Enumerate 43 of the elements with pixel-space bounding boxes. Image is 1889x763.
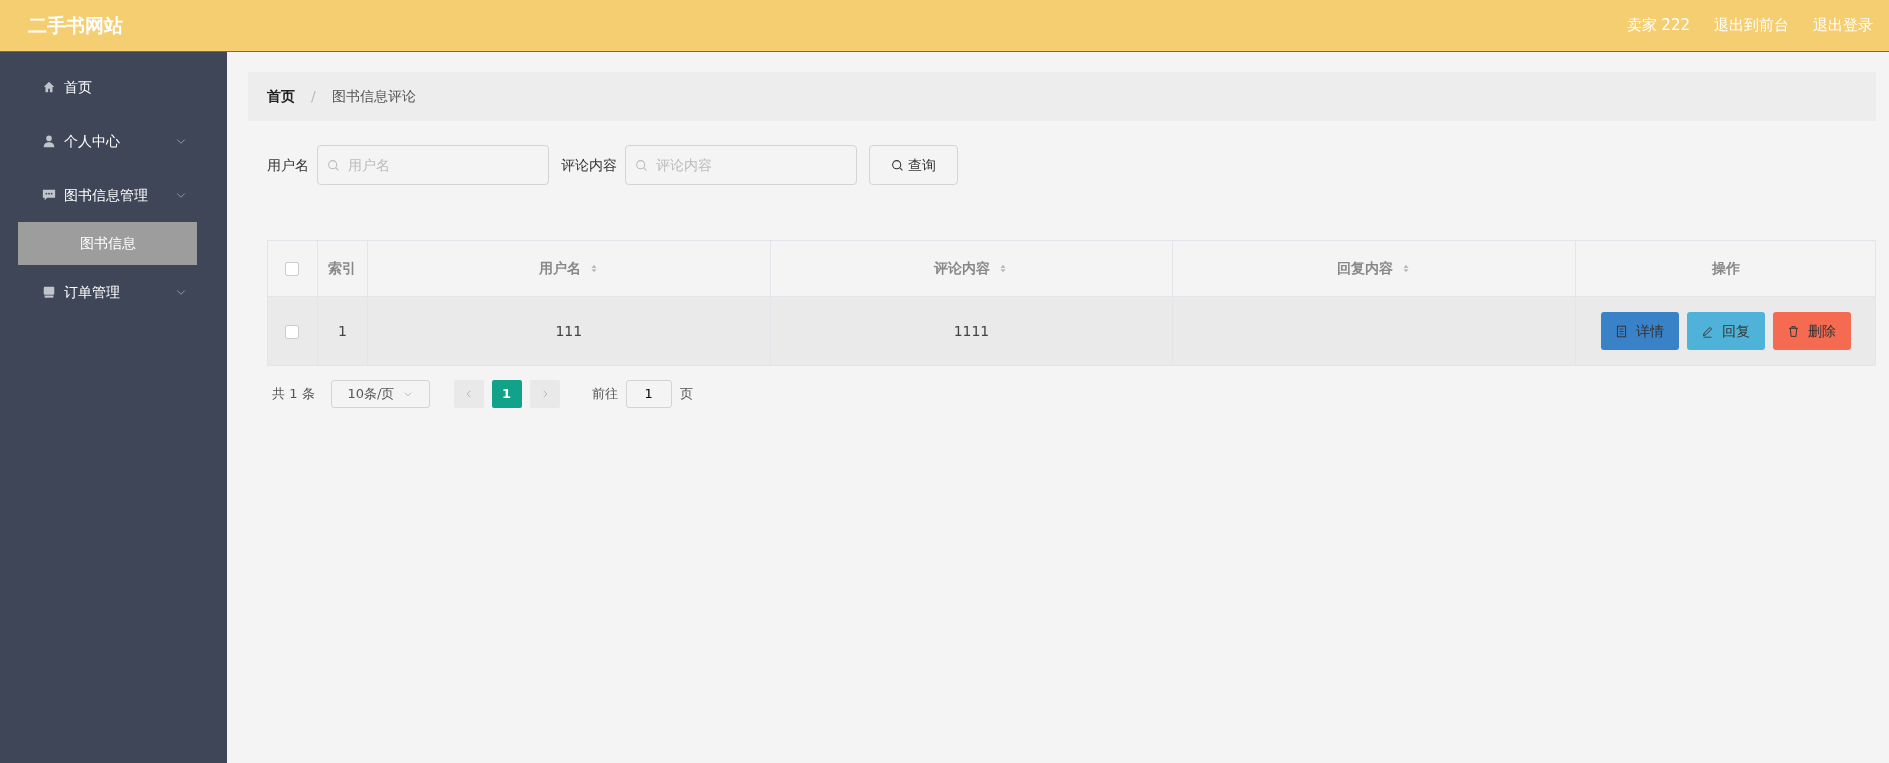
breadcrumb-item[interactable]: 首页: [267, 86, 295, 107]
site-title: 二手书网站: [27, 13, 123, 39]
goto-suffix: 页: [679, 384, 693, 403]
search-icon: [891, 158, 904, 172]
chat-icon: [42, 188, 56, 202]
column-header[interactable]: 评论内容: [934, 258, 1009, 279]
tray-icon: [42, 285, 56, 299]
breadcrumb-separator: /: [311, 87, 316, 106]
select-all-checkbox[interactable]: [285, 262, 300, 276]
page-number[interactable]: 1: [491, 379, 522, 408]
sidebar-item[interactable]: 订单管理: [0, 265, 227, 319]
sidebar-item[interactable]: 首页: [0, 60, 227, 114]
delete-button[interactable]: 删除: [1772, 312, 1851, 350]
field-label: 评论内容: [561, 155, 617, 175]
sidebar-item[interactable]: 图书信息管理: [0, 168, 227, 222]
table-cell: 111: [555, 322, 583, 339]
row-checkbox[interactable]: [285, 324, 300, 339]
column-header: 操作: [1711, 259, 1740, 278]
next-page-button[interactable]: [529, 379, 560, 408]
search-icon: [327, 159, 340, 172]
table-cell: 1: [338, 322, 347, 339]
trash-icon: [1787, 324, 1800, 338]
user-name: 卖家 222: [1626, 15, 1690, 37]
breadcrumb-item: 图书信息评论: [331, 87, 416, 106]
column-header[interactable]: 回复内容: [1337, 258, 1412, 279]
field-label: 用户名: [267, 155, 309, 175]
page-input[interactable]: 1: [625, 379, 672, 408]
column-header[interactable]: 用户名: [538, 258, 599, 279]
home-icon: [42, 80, 56, 94]
goto-label: 前往: [591, 384, 618, 403]
detail-button[interactable]: 详情: [1600, 312, 1679, 350]
person-icon: [42, 134, 56, 148]
table-cell: 1111: [953, 322, 990, 339]
document-icon: [1615, 324, 1628, 338]
search-icon: [635, 159, 648, 172]
total-count: 共 1 条: [272, 384, 315, 403]
prev-page-button[interactable]: [453, 379, 484, 408]
query-button[interactable]: 查询: [869, 145, 958, 185]
column-header: 索引: [328, 259, 357, 278]
sidebar-item[interactable]: 个人中心: [0, 114, 227, 168]
reply-button[interactable]: 回复: [1686, 312, 1765, 350]
page-size-select[interactable]: 10条/页: [330, 379, 430, 408]
pencil-icon: [1701, 324, 1714, 338]
